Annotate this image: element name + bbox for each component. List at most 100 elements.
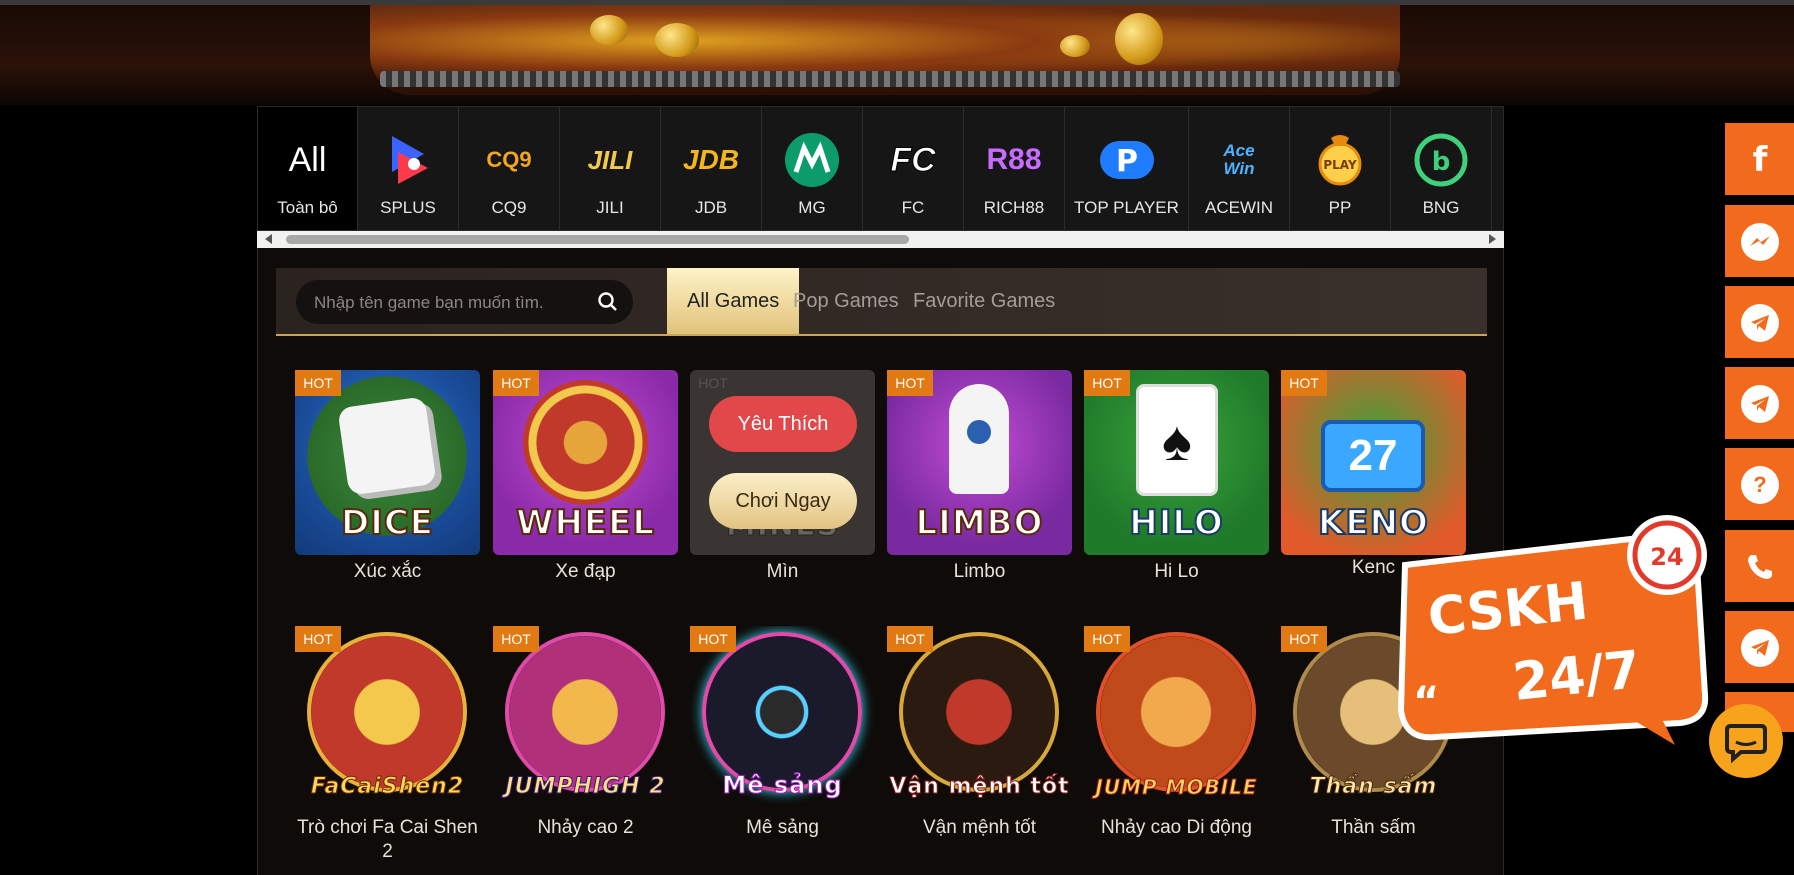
search-placeholder: Nhập tên game bạn muốn tìm. [314, 293, 544, 312]
provider-jili[interactable]: JILI JILI [560, 107, 661, 230]
provider-jdb[interactable]: JDB JDB [661, 107, 762, 230]
provider-splus[interactable]: SPLUS [358, 107, 459, 230]
hot-badge: HOT [690, 626, 736, 652]
provider-fc[interactable]: FC FC [863, 107, 964, 230]
game-card-limbo[interactable]: LIMBO HOT Limbo [887, 370, 1072, 590]
game-panel: Nhập tên game bạn muốn tìm. All Games Po… [257, 248, 1504, 875]
rich88-logo-icon: R88 [986, 143, 1042, 176]
dice-icon [337, 396, 437, 496]
game-card-wheel[interactable]: WHEEL HOT Xe đạp [493, 370, 678, 590]
provider-label: ACEWIN [1205, 198, 1273, 217]
play-now-button[interactable]: Chơi Ngay [709, 473, 857, 529]
fc-logo-icon: FC [890, 140, 936, 179]
banner-rail [380, 71, 1400, 87]
game-filter-bar: Nhập tên game bạn muốn tìm. All Games Po… [276, 268, 1487, 336]
keno-ball-icon: 27 [1321, 420, 1425, 492]
game-thumbnail[interactable]: ♠ HILO [1084, 370, 1269, 555]
search-icon[interactable] [597, 291, 619, 313]
messenger-button[interactable] [1725, 205, 1794, 277]
tab-favorite-games[interactable]: Favorite Games [893, 268, 1075, 334]
game-card-me-sang[interactable]: Mê sảng HOT Mê sảng [690, 626, 875, 866]
game-card-jump-high-2[interactable]: JUMPHIGH 2 HOT Nhảy cao 2 [493, 626, 678, 866]
game-card-van-menh-tot[interactable]: Vận mệnh tốt HOT Vận mệnh tốt [887, 626, 1072, 866]
acewin-logo-icon: Ace Win [1223, 141, 1255, 178]
coin-decoration [655, 23, 699, 57]
coin-decoration [590, 15, 628, 45]
provider-acewin[interactable]: Ace Win ACEWIN [1189, 107, 1290, 230]
scrollbar-thumb[interactable] [286, 235, 909, 244]
game-thumbnail[interactable]: Vận mệnh tốt [887, 626, 1072, 811]
provider-bng[interactable]: b BNG [1391, 107, 1492, 230]
game-art-title: WHEEL [515, 502, 656, 544]
facebook-icon: f [1752, 140, 1768, 180]
game-art-title: JUMPHIGH 2 [505, 774, 666, 800]
coin-decoration [1115, 13, 1163, 65]
game-name: Hi Lo [1154, 561, 1199, 582]
hot-badge: HOT [698, 375, 728, 391]
phone-button[interactable] [1725, 530, 1794, 602]
mg-logo-icon [781, 129, 843, 191]
game-thumbnail[interactable]: MINES Yêu Thích Chơi Ngay [690, 370, 875, 555]
game-art-title: JUMP MOBILE [1095, 775, 1258, 800]
game-name: Vận mệnh tốt [922, 817, 1037, 838]
game-card-hilo[interactable]: ♠ HILO HOT Hi Lo [1084, 370, 1269, 590]
provider-label: JILI [596, 198, 624, 217]
provider-scrollbar[interactable] [257, 231, 1504, 248]
game-art-bg [702, 632, 862, 792]
splus-logo-icon [377, 129, 439, 191]
provider-label: CQ9 [491, 198, 527, 217]
spade-card-icon: ♠ [1136, 384, 1218, 496]
hot-badge: HOT [887, 370, 933, 396]
game-art-bg [899, 632, 1059, 792]
provider-top-player[interactable]: P TOP PLAYER [1065, 107, 1189, 230]
search-input[interactable]: Nhập tên game bạn muốn tìm. [296, 280, 633, 324]
game-thumbnail[interactable]: WHEEL [493, 370, 678, 555]
game-thumbnail[interactable]: JUMP MOBILE [1084, 626, 1269, 811]
game-name: Mìn [766, 561, 799, 582]
game-name: Thần sấm [1331, 817, 1416, 838]
jdb-logo-icon: JDB [682, 144, 739, 175]
game-art-bg [1096, 632, 1256, 792]
game-art-title: LIMBO [915, 502, 1044, 544]
game-thumbnail[interactable]: DICE [295, 370, 480, 555]
cq9-logo-icon: CQ9 [486, 147, 532, 172]
game-card-jump-mobile[interactable]: JUMP MOBILE HOT Nhảy cao Di động [1084, 626, 1269, 866]
game-name-line2: 2 [382, 841, 393, 862]
game-thumbnail[interactable]: Mê sảng [690, 626, 875, 811]
telegram-button[interactable] [1725, 367, 1794, 439]
provider-rich88[interactable]: R88 RICH88 [964, 107, 1065, 230]
hot-badge: HOT [1084, 370, 1130, 396]
provider-cq9[interactable]: CQ9 CQ9 [459, 107, 560, 230]
game-card-mines[interactable]: MINES Yêu Thích Chơi Ngay HOT Mìn [690, 370, 875, 590]
scroll-left-arrow-icon[interactable] [265, 234, 272, 244]
game-card-dice[interactable]: DICE HOT Xúc xắc [295, 370, 480, 590]
provider-label: JDB [694, 198, 728, 217]
provider-label: MG [798, 198, 826, 217]
favorite-button[interactable]: Yêu Thích [709, 396, 857, 452]
wheel-icon [523, 380, 648, 505]
game-thumbnail[interactable]: JUMPHIGH 2 [493, 626, 678, 811]
telegram-icon [1741, 304, 1779, 342]
live-chat-button[interactable] [1709, 704, 1783, 778]
telegram-button[interactable] [1725, 611, 1794, 683]
hot-badge: HOT [295, 370, 341, 396]
cskh-support-badge[interactable]: 24 CSKH 24/7 “ [1375, 505, 1720, 750]
top-player-logo-icon: P [1096, 129, 1158, 191]
provider-label: SPLUS [380, 198, 436, 217]
telegram-button[interactable] [1725, 286, 1794, 358]
help-button[interactable]: ? [1725, 448, 1794, 520]
svg-text:b: b [1432, 147, 1451, 177]
provider-mg[interactable]: MG [762, 107, 863, 230]
provider-all[interactable]: All Toàn bô [258, 107, 358, 230]
provider-pp[interactable]: PLAY PP [1290, 107, 1391, 230]
scroll-right-arrow-icon[interactable] [1489, 234, 1496, 244]
facebook-button[interactable]: f [1725, 123, 1794, 195]
telegram-icon [1741, 629, 1779, 667]
game-name: Nhảy cao 2 [537, 817, 634, 838]
game-thumbnail[interactable]: LIMBO [887, 370, 1072, 555]
svg-text:PLAY: PLAY [1323, 158, 1357, 172]
hot-badge: HOT [1084, 626, 1130, 652]
game-art-bg [505, 632, 665, 792]
game-thumbnail[interactable]: FaCaiShen2 [295, 626, 480, 811]
game-card-fa-cai-shen-2[interactable]: FaCaiShen2 HOT Trò chơi Fa Cai Shen 2 [295, 626, 480, 866]
